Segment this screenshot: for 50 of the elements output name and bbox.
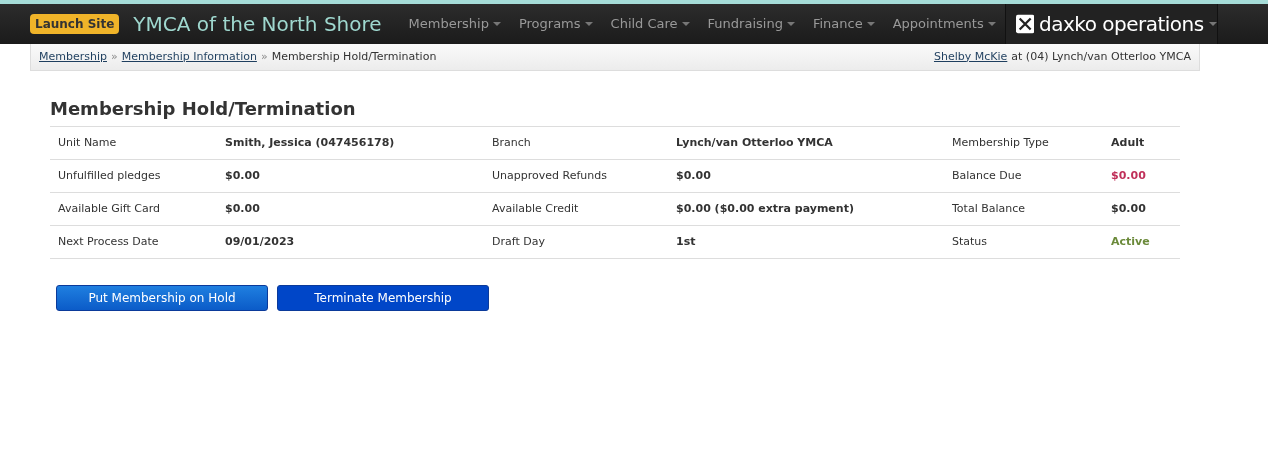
field-label: Unapproved Refunds [484,159,668,193]
field-value: Active [1103,225,1180,259]
caret-icon [1208,22,1217,26]
nav-menu[interactable]: Finance [812,14,863,34]
field-label: Next Process Date [50,225,217,259]
field-value: 09/01/2023 [217,225,484,259]
caret-icon [492,22,501,26]
user-location: at (04) Lynch/van Otterloo YMCA [1011,48,1191,65]
field-label: Draft Day [484,225,668,259]
field-value: $0.00 ($0.00 extra payment) [668,192,944,226]
caret-icon [786,22,795,26]
field-label: Membership Type [944,126,1103,160]
breadcrumb-link[interactable]: Membership [39,48,107,66]
field-value: $0.00 [1103,159,1180,193]
page-heading: Membership Hold/Termination [50,97,357,121]
launch-site-button[interactable]: Launch Site [30,14,120,34]
field-label: Unfulfilled pledges [50,159,217,193]
field-label: Status [944,225,1103,259]
field-value: $0.00 [217,159,484,193]
field-value: $0.00 [217,192,484,226]
field-value: Lynch/van Otterloo YMCA [668,126,944,160]
caret-icon [584,22,593,26]
caret-icon [866,22,875,26]
field-label: Branch [484,126,668,160]
field-value: 1st [668,225,944,259]
field-value: $0.00 [668,159,944,193]
action-button[interactable]: Put Membership on Hold [56,285,268,311]
field-label: Available Credit [484,192,668,226]
caret-icon [987,22,996,26]
nav-menu[interactable]: Appointments [892,14,984,34]
field-value: $0.00 [1103,192,1180,226]
field-label: Balance Due [944,159,1103,193]
action-button[interactable]: Terminate Membership [277,285,489,311]
logo-icon [1015,14,1034,34]
caret-icon [681,22,690,26]
breadcrumb-separator: » [260,48,268,65]
field-label: Available Gift Card [50,192,217,226]
field-value: Smith, Jessica (047456178) [217,126,484,160]
site-title: YMCA of the North Shore [133,11,382,38]
user-link[interactable]: Shelby McKie [933,48,1008,66]
nav-menu[interactable]: Fundraising [707,14,783,34]
breadcrumb-current: Membership Hold/Termination [271,48,437,65]
nav-menu[interactable]: Programs [518,14,581,34]
field-value: Adult [1103,126,1180,160]
field-label: Total Balance [944,192,1103,226]
nav-menu[interactable]: Child Care [610,14,678,34]
nav-menu[interactable]: Membership [408,14,489,34]
breadcrumb-link[interactable]: Membership Information [121,48,257,66]
field-label: Unit Name [50,126,217,160]
breadcrumb-separator: » [111,48,118,65]
